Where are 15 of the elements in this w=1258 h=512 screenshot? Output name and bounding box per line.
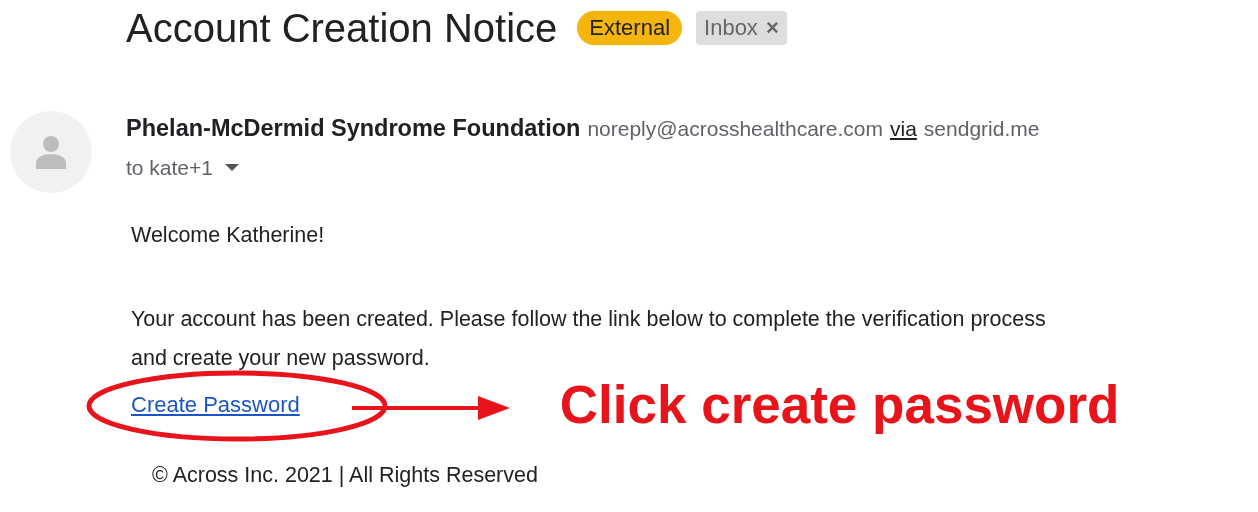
- annotation-text: Click create password: [559, 374, 1120, 435]
- via-host: sendgrid.me: [923, 117, 1040, 141]
- email-subject: Account Creation Notice: [126, 5, 558, 52]
- recipients: to kate+1: [126, 156, 213, 180]
- body-paragraph: Your account has been created. Please follow the link below to complete the verification process and create your new password.: [131, 306, 1047, 372]
- sender-email: noreply@acrosshealthcare.com: [587, 117, 883, 141]
- external-label: External: [577, 11, 683, 45]
- remove-label-button[interactable]: ×: [765, 15, 779, 41]
- via-link[interactable]: via: [890, 117, 917, 141]
- sender-name: Phelan-McDermid Syndrome Foundation: [126, 115, 581, 142]
- person-icon: [36, 135, 66, 169]
- footer-text: © Across Inc. 2021 | All Rights Reserved: [152, 463, 539, 488]
- greeting-text: Welcome Katherine!: [131, 223, 326, 248]
- label-text: Inbox: [704, 15, 758, 41]
- caret-icon[interactable]: [225, 164, 239, 172]
